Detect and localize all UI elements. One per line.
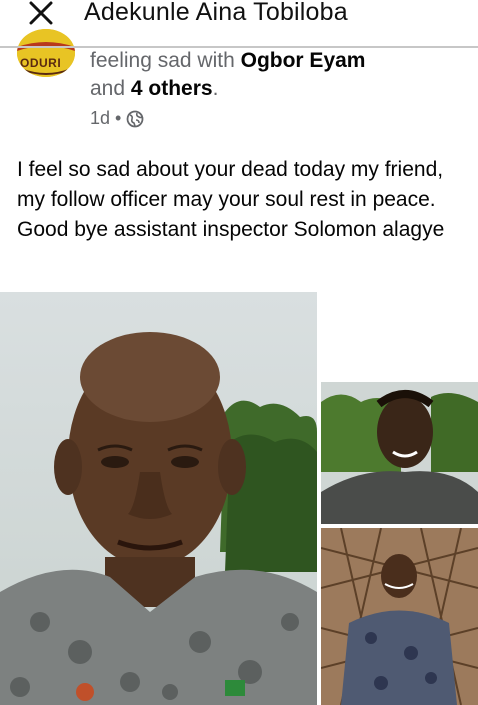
meta-separator: • [115,108,122,128]
globe-icon[interactable] [126,110,144,128]
feeling-label: feeling sad with [90,49,235,72]
page-title: Adekunle Aina Tobiloba [84,0,348,26]
close-button[interactable] [22,0,60,26]
close-icon [28,1,54,25]
photo-main[interactable] [0,292,317,705]
tagged-person-link[interactable]: Ogbor Eyam [241,49,366,72]
author-avatar[interactable]: ODURI [17,29,75,77]
post-time[interactable]: 1d [90,108,110,129]
photo-bottom-right[interactable] [321,528,478,705]
post-header-text: feeling sad with Ogbor Eyam and 4 others… [90,47,470,103]
others-link[interactable]: 4 others [131,77,213,100]
post-meta: 1d • [90,108,144,129]
and-label: and [90,77,126,100]
period: . [212,77,219,100]
top-bar: Adekunle Aina Tobiloba [0,0,478,46]
avatar-text: ODURI [20,56,62,70]
post-body-text: I feel so sad about your dead today my f… [17,158,445,241]
photo-top-right[interactable] [321,292,478,524]
